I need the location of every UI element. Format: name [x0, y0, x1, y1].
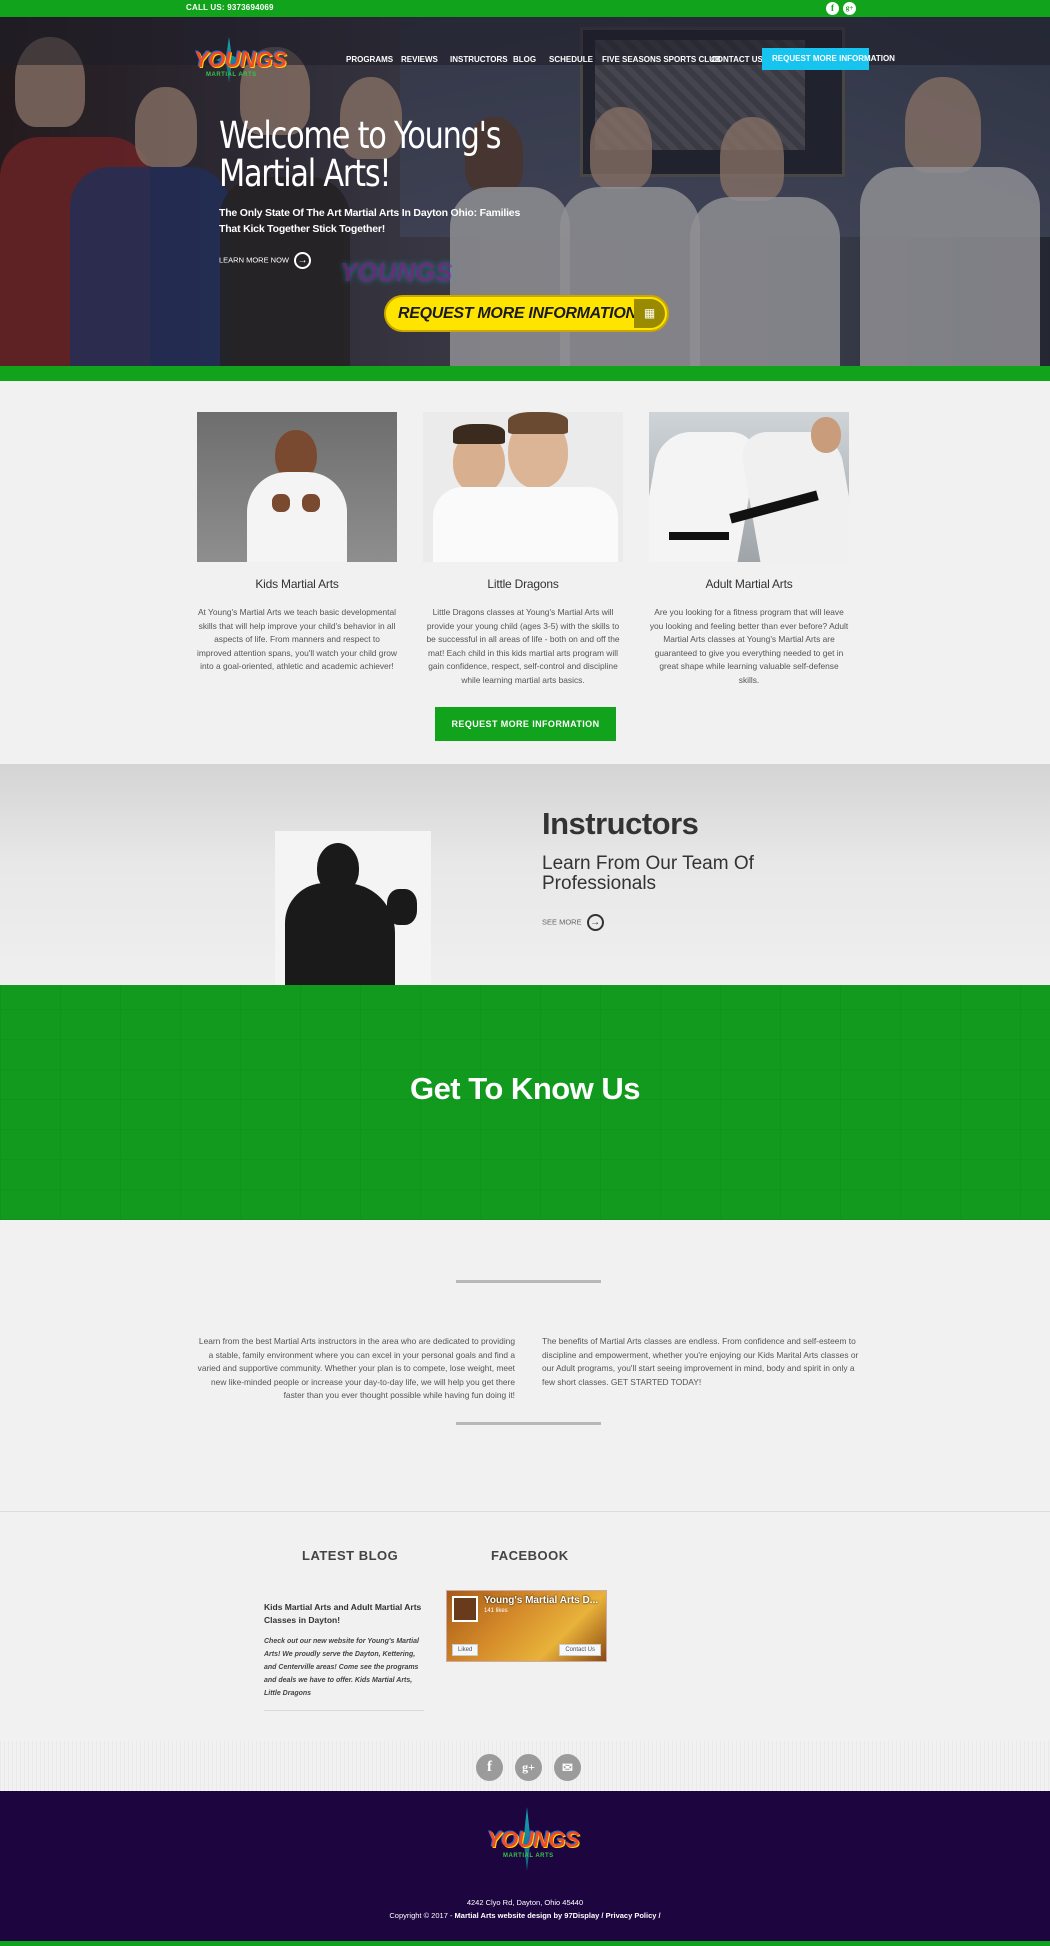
instructor-silhouette-image[interactable]: [275, 831, 431, 986]
footer: YOUNGS MARTIAL ARTS 4242 Clyo Rd, Dayton…: [0, 1791, 1050, 1946]
program-card-kids: Kids Martial Arts At Young's Martial Art…: [197, 412, 397, 674]
hero-green-bar: [0, 366, 1050, 381]
facebook-widget[interactable]: Young's Martial Arts D... 141 likes Like…: [446, 1590, 607, 1662]
footer-logo[interactable]: YOUNGS MARTIAL ARTS: [483, 1803, 580, 1873]
phone-number[interactable]: CALL US: 9373694069: [186, 3, 274, 12]
instructors-see-more-link[interactable]: SEE MORE →: [542, 914, 604, 931]
hero-logo-watermark: YOUNGS: [340, 257, 453, 287]
nav-blog[interactable]: BLOG: [513, 55, 536, 64]
facebook-contact-button[interactable]: Contact Us: [559, 1644, 601, 1656]
footer-copyright: Copyright © 2017 - Martial Arts website …: [389, 1911, 661, 1920]
get-to-know-banner: Get To Know Us: [0, 985, 1050, 1220]
hero-section: YOUNGS MARTIAL ARTS PROGRAMS REVIEWS INS…: [0, 17, 1050, 366]
social-bar: f g+ ✉: [0, 1741, 1050, 1791]
instructors-heading: Instructors: [542, 806, 699, 841]
program-image-little-dragons[interactable]: [423, 412, 623, 562]
facebook-page-name[interactable]: Young's Martial Arts D...: [484, 1595, 598, 1606]
section-separator: [0, 1511, 1050, 1512]
program-card-little-dragons: Little Dragons Little Dragons classes at…: [423, 412, 623, 688]
top-bar: CALL US: 9373694069 f g+: [0, 0, 1050, 17]
program-title: Kids Martial Arts: [255, 577, 339, 591]
program-description: Are you looking for a fitness program th…: [649, 607, 849, 685]
facebook-heading: FACEBOOK: [491, 1548, 569, 1563]
nav-five-seasons[interactable]: FIVE SEASONS SPORTS CLUB: [602, 55, 721, 64]
nav-contact[interactable]: CONTACT US: [711, 55, 763, 64]
arrow-right-icon: →: [586, 914, 604, 931]
google-plus-icon[interactable]: g+: [843, 2, 856, 15]
nav-programs[interactable]: PROGRAMS: [346, 55, 393, 64]
instructors-tagline: Learn From Our Team Of Professionals: [542, 853, 754, 894]
hero-title: Welcome to Young's Martial Arts!: [219, 114, 502, 195]
hero-subtitle: The Only State Of The Art Martial Arts I…: [219, 207, 521, 235]
program-image-kids[interactable]: [197, 412, 397, 562]
divider: [456, 1280, 601, 1283]
divider: [456, 1422, 601, 1425]
blog-post: Kids Martial Arts and Adult Martial Arts…: [264, 1601, 424, 1711]
facebook-icon[interactable]: f: [476, 1754, 503, 1781]
get-to-know-heading: Get To Know Us: [409, 1071, 641, 1106]
footer-credit-link[interactable]: Martial Arts website design by 97Display…: [455, 1911, 661, 1920]
program-description: Little Dragons classes at Young's Martia…: [426, 607, 620, 685]
program-card-adult: Adult Martial Arts Are you looking for a…: [649, 412, 849, 688]
facebook-liked-button[interactable]: Liked: [452, 1644, 479, 1656]
nav-instructors[interactable]: INSTRUCTORS: [450, 55, 508, 64]
blog-post-excerpt: Check out our new website for Young's Ma…: [264, 1638, 419, 1697]
about-text-right: The benefits of Martial Arts classes are…: [542, 1336, 859, 1387]
program-title: Little Dragons: [487, 577, 559, 591]
instructors-section: Instructors Learn From Our Team Of Profe…: [0, 764, 1050, 986]
latest-blog-heading: LATEST BLOG: [302, 1548, 399, 1563]
facebook-likes: 141 likes: [484, 1608, 508, 1614]
site-logo[interactable]: YOUNGS MARTIAL ARTS: [186, 37, 287, 83]
hero-learn-more-link[interactable]: LEARN MORE NOW →: [219, 252, 312, 269]
footer-address: 4242 Clyo Rd, Dayton, Ohio 45440: [466, 1898, 584, 1907]
program-title: Adult Martial Arts: [705, 577, 793, 591]
google-plus-icon[interactable]: g+: [515, 1754, 542, 1781]
email-icon[interactable]: ✉: [554, 1754, 581, 1781]
arrow-right-icon: →: [294, 252, 312, 269]
programs-request-info-button[interactable]: REQUEST MORE INFORMATION: [435, 707, 616, 741]
facebook-page-avatar[interactable]: [452, 1596, 478, 1622]
nav-request-info-button[interactable]: REQUEST MORE INFORMATION: [762, 48, 895, 70]
calendar-icon: ▦: [634, 299, 665, 328]
about-text-left: Learn from the best Martial Arts instruc…: [197, 1336, 515, 1401]
blog-post-title[interactable]: Kids Martial Arts and Adult Martial Arts…: [264, 1601, 424, 1627]
nav-reviews[interactable]: REVIEWS: [401, 55, 438, 64]
nav-schedule[interactable]: SCHEDULE: [549, 55, 593, 64]
program-image-adult[interactable]: [649, 412, 849, 562]
facebook-icon[interactable]: f: [826, 2, 839, 15]
hero-request-info-button[interactable]: REQUEST MORE INFORMATION ▦: [384, 295, 669, 332]
program-description: At Young's Martial Arts we teach basic d…: [197, 607, 397, 672]
